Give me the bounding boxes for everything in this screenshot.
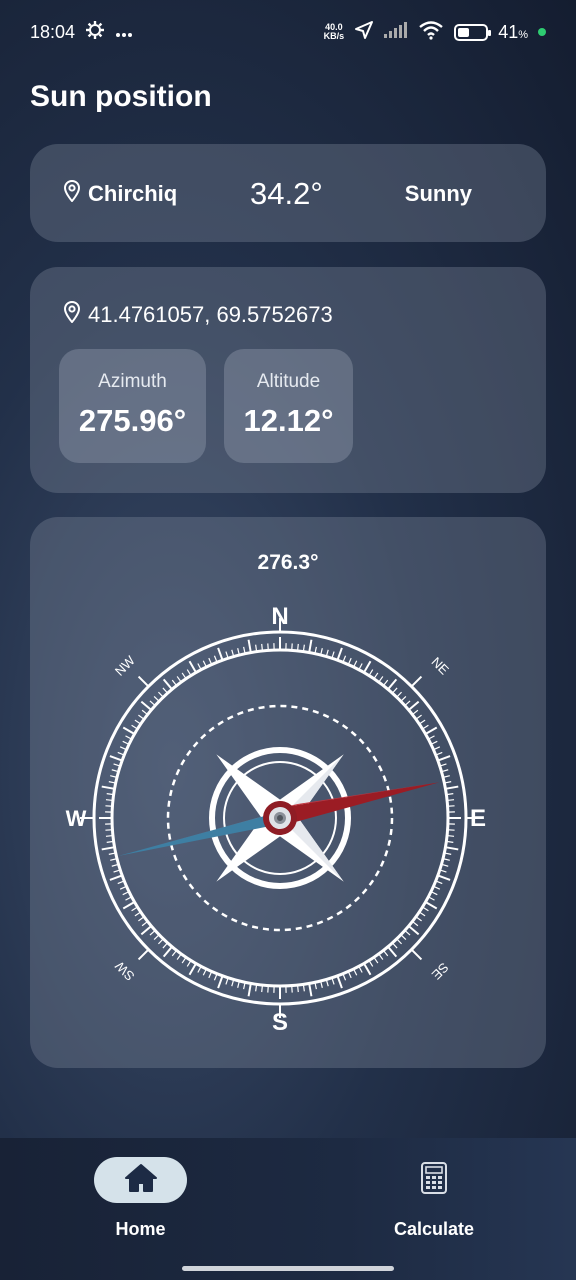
privacy-indicator-dot — [538, 28, 546, 36]
azimuth-value: 275.96° — [78, 403, 187, 438]
altitude-value: 12.12° — [243, 403, 334, 438]
status-time: 18:04 — [30, 21, 76, 42]
compass-tick — [336, 975, 343, 989]
compass-direction-mark — [410, 948, 423, 961]
gesture-bar[interactable] — [182, 1266, 394, 1271]
compass-tick — [109, 874, 123, 881]
altitude-label: Altitude — [256, 371, 321, 392]
compass-tick — [217, 975, 224, 989]
compass-tick — [363, 660, 372, 674]
home-icon — [124, 1163, 158, 1198]
compass-direction-mark — [410, 675, 423, 688]
more-dots-icon — [115, 22, 133, 43]
compass-tick — [408, 925, 420, 936]
compass-tick — [424, 726, 438, 735]
compass-tick — [437, 874, 451, 881]
azimuth-label: Azimuth — [98, 371, 167, 392]
compass-tick — [308, 639, 313, 653]
compass-tick — [437, 755, 451, 762]
compass-tick — [101, 846, 115, 851]
compass-tick — [247, 639, 252, 653]
compass-tick — [101, 785, 115, 790]
location-label: Chirchiq — [88, 181, 178, 206]
compass-label-s: S — [272, 1009, 288, 1036]
compass-tick — [122, 901, 136, 910]
page-title: Sun position — [30, 80, 212, 113]
compass-card: 276.3° N S E W NE NW SE SW — [30, 517, 546, 1068]
compass-tick — [217, 647, 224, 661]
temperature-value: 34.2° — [250, 176, 323, 211]
azimuth-box: Azimuth 275.96° — [59, 349, 206, 463]
compass-tick — [188, 660, 197, 674]
compass-tick — [247, 983, 252, 997]
compass-direction-mark — [137, 948, 150, 961]
compass-tick — [363, 962, 372, 976]
sun-position-card: 41.4761057, 69.5752673 Azimuth 275.96° A… — [30, 267, 546, 493]
compass-tick — [387, 678, 398, 690]
compass-label-sw: SW — [112, 958, 138, 984]
compass-tick — [424, 901, 438, 910]
nav-home-label: Home — [115, 1219, 166, 1239]
compass-tick — [109, 755, 123, 762]
compass-tick — [387, 946, 398, 958]
compass-label-e: E — [470, 805, 486, 832]
nav-home[interactable]: Home — [94, 1157, 187, 1240]
coordinates-label: 41.4761057, 69.5752673 — [88, 302, 333, 327]
wifi-icon — [418, 20, 444, 45]
compass-label-w: W — [66, 806, 87, 831]
compass-tick — [445, 846, 459, 851]
compass-label-se: SE — [429, 960, 452, 983]
compass-tick — [140, 700, 152, 711]
compass-label-nw: NW — [112, 652, 138, 678]
location-pin-icon — [63, 300, 81, 329]
compass-tick — [162, 678, 173, 690]
compass-label-ne: NE — [428, 654, 452, 678]
weather-condition: Sunny — [404, 181, 472, 206]
nav-calculate-label: Calculate — [393, 1219, 475, 1239]
compass-tick — [408, 700, 420, 711]
status-bar: 18:04 40.0 KB/s 41% — [0, 0, 576, 64]
location-name: Chirchiq — [63, 179, 178, 208]
battery-icon — [454, 23, 492, 41]
home-pill[interactable] — [94, 1157, 187, 1203]
bottom-navigation: Home Calculate — [0, 1138, 576, 1280]
compass-needle — [118, 782, 440, 856]
altitude-box: Altitude 12.12° — [224, 349, 353, 463]
compass-tick — [122, 726, 136, 735]
compass-label-n: N — [271, 603, 288, 630]
location-arrow-icon — [354, 20, 374, 45]
compass-tick — [188, 962, 197, 976]
signal-bars-icon — [384, 21, 408, 43]
compass-tick — [162, 946, 173, 958]
compass-tick — [308, 983, 313, 997]
compass-tick — [140, 925, 152, 936]
nav-calculate[interactable]: Calculate — [384, 1157, 484, 1240]
location-pin-icon — [63, 179, 81, 208]
battery-percent: 41% — [498, 21, 528, 42]
network-speed: 40.0 KB/s — [323, 22, 345, 41]
compass-direction-mark — [137, 675, 150, 688]
settings-gear-icon — [85, 20, 105, 45]
compass-tick — [336, 647, 343, 661]
compass-tick — [445, 785, 459, 790]
compass-dial: N S E W NE NW SE SW — [66, 603, 486, 1036]
calculator-icon — [421, 1161, 447, 1199]
coordinates: 41.4761057, 69.5752673 — [63, 300, 333, 329]
weather-summary-card: Chirchiq 34.2° Sunny — [30, 144, 546, 242]
